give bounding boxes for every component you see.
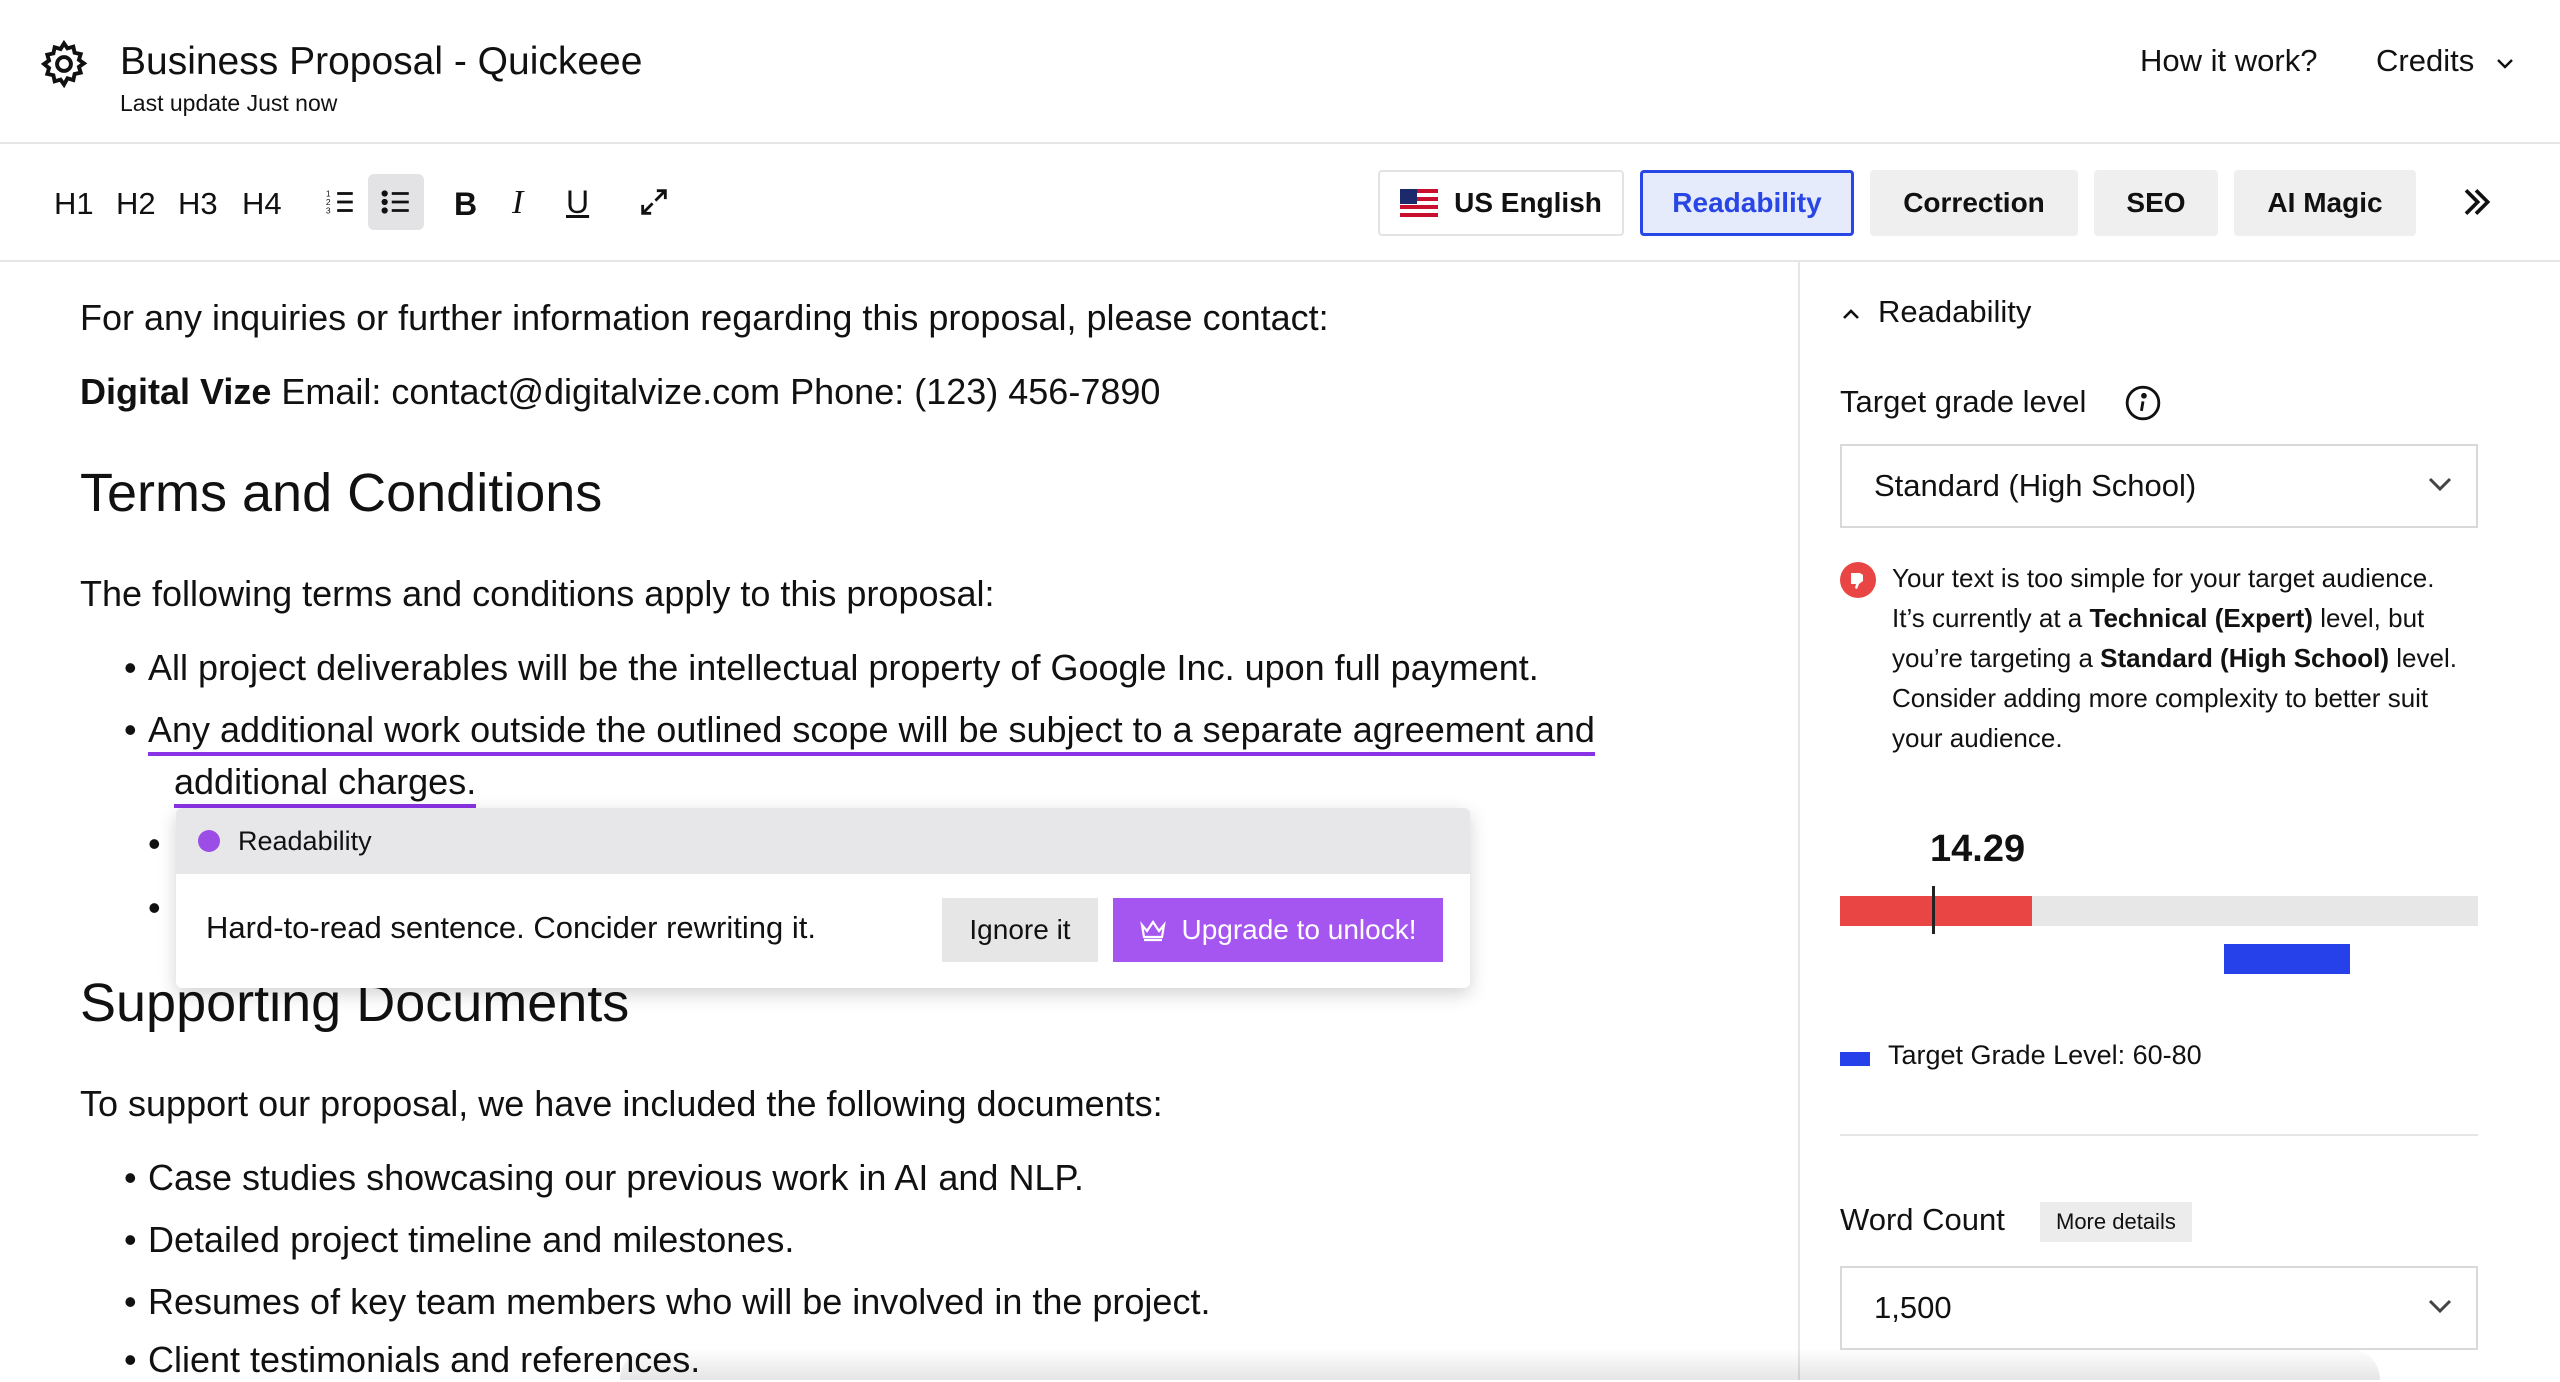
flagged-sentence-line-2[interactable]: additional charges. [174, 760, 477, 808]
readability-suggestion-popover: Readability Hard-to-read sentence. Conci… [176, 808, 1470, 988]
tab-ai-magic[interactable]: AI Magic [2234, 170, 2416, 236]
list-item: Client testimonials and references. [124, 1338, 700, 1382]
numbered-list-icon: 1 2 3 [326, 188, 353, 215]
list-item-flagged[interactable]: Any additional work outside the outlined… [124, 708, 1595, 756]
chevron-up-icon [1843, 308, 1859, 319]
tab-correction[interactable]: Correction [1870, 170, 2078, 236]
svg-text:3: 3 [326, 205, 331, 215]
heading-2-button[interactable]: H2 [116, 186, 156, 222]
readability-dot-icon [198, 830, 220, 852]
thumbs-down-icon [1840, 562, 1876, 598]
bottom-shadow [620, 1348, 2380, 1380]
bold-button[interactable]: B [454, 186, 477, 223]
terms-heading: Terms and Conditions [80, 463, 603, 523]
legend-text: Target Grade Level: 60-80 [1888, 1040, 2202, 1070]
readability-warning: Your text is too simple for your target … [1892, 563, 2457, 753]
contact-intro-text: For any inquiries or further information… [80, 297, 1329, 338]
popover-category: Readability [238, 825, 372, 856]
upgrade-button[interactable]: Upgrade to unlock! [1113, 898, 1443, 962]
contact-company: Digital Vize [80, 371, 272, 412]
target-grade-label: Target grade level [1840, 384, 2087, 419]
gear-icon[interactable] [38, 38, 90, 90]
info-icon[interactable] [2124, 384, 2162, 422]
panel-divider [1798, 262, 1800, 1380]
top-header: Business Proposal - Quickeee Last update… [0, 0, 2560, 144]
editor-toolbar: H1 H2 H3 H4 1 2 3 B I U US English Reada… [0, 144, 2560, 262]
ignore-button[interactable]: Ignore it [942, 898, 1098, 962]
crown-icon [1140, 920, 1167, 942]
us-flag-icon [1400, 189, 1439, 217]
document-title: Business Proposal - Quickeee [120, 40, 643, 83]
tab-readability[interactable]: Readability [1640, 170, 1854, 236]
list-item: All project deliverables will be the int… [124, 646, 1539, 690]
bulleted-list-button[interactable] [368, 174, 424, 230]
contact-details: Email: contact@digitalvize.com Phone: (1… [271, 371, 1161, 412]
popover-header: Readability [176, 808, 1470, 874]
word-count-value: 1,500 [1874, 1290, 1952, 1325]
more-details-button[interactable]: More details [2040, 1202, 2192, 1242]
list-item: Detailed project timeline and milestones… [124, 1218, 794, 1262]
readability-section-toggle[interactable]: Readability [1840, 294, 2031, 330]
how-it-works-link[interactable]: How it work? [2140, 43, 2317, 79]
double-chevron-right-icon[interactable] [2456, 182, 2496, 222]
flagged-sentence-line-1[interactable]: Any additional work outside the outlined… [148, 709, 1595, 756]
word-count-select[interactable]: 1,500 [1840, 1266, 2478, 1350]
language-label: US English [1454, 187, 1602, 218]
chevron-down-icon [2428, 1299, 2452, 1314]
numbered-list-button[interactable]: 1 2 3 [312, 174, 368, 230]
target-grade-select[interactable]: Standard (High School) [1840, 444, 2478, 528]
tab-seo[interactable]: SEO [2094, 170, 2218, 236]
readability-section-title: Readability [1878, 294, 2032, 329]
word-count-label: Word Count [1840, 1202, 2005, 1237]
legend-swatch [1840, 1052, 1870, 1066]
chevron-down-icon [2496, 58, 2513, 69]
expand-button[interactable] [626, 174, 682, 230]
score-marker [1932, 886, 1935, 934]
target-grade-value: Standard (High School) [1874, 468, 2197, 503]
chevron-down-icon [2428, 477, 2452, 492]
hidden-bullet-2: • [148, 887, 161, 928]
underline-button[interactable]: U [566, 184, 589, 221]
heading-1-button[interactable]: H1 [54, 186, 94, 222]
heading-3-button[interactable]: H3 [178, 186, 218, 222]
credits-menu[interactable]: Credits [2376, 43, 2515, 79]
list-item: Case studies showcasing our previous wor… [124, 1156, 1084, 1200]
list-item-text: All project deliverables will be the int… [148, 647, 1539, 688]
readability-score: 14.29 [1930, 828, 2026, 870]
italic-button[interactable]: I [512, 184, 523, 222]
last-update-text: Last update Just now [120, 90, 338, 116]
terms-intro-text: The following terms and conditions apply… [80, 573, 995, 614]
hidden-bullet-1: • [148, 823, 161, 864]
bulleted-list-icon [381, 190, 409, 214]
upgrade-label: Upgrade to unlock! [1181, 914, 1417, 945]
heading-4-button[interactable]: H4 [242, 186, 282, 222]
contact-line: Digital Vize Email: contact@digitalvize.… [80, 370, 1160, 414]
supporting-intro-text: To support our proposal, we have include… [80, 1083, 1163, 1124]
score-bar-fill [1840, 896, 2032, 926]
language-selector[interactable]: US English [1378, 170, 1624, 236]
target-range-bar [2224, 944, 2350, 974]
section-divider [1840, 1134, 2478, 1136]
expand-icon [641, 189, 667, 215]
readability-panel: Readability Target grade level Standard … [1840, 262, 2480, 1380]
credits-label: Credits [2376, 43, 2475, 78]
popover-message: Hard-to-read sentence. Concider rewritin… [206, 910, 816, 945]
list-item: Resumes of key team members who will be … [124, 1280, 1210, 1324]
